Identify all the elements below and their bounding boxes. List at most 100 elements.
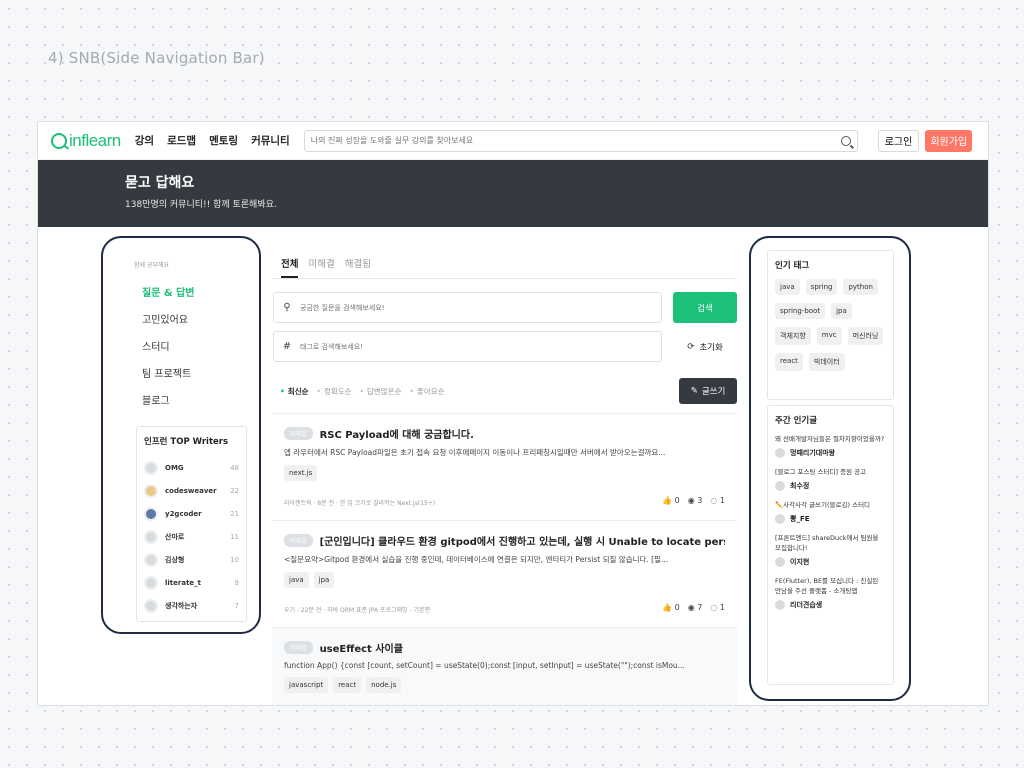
tag-chip[interactable]: node.js xyxy=(366,677,402,693)
sidebar-item-blog[interactable]: 블로그 xyxy=(142,392,194,419)
sort-latest[interactable]: 최신순 xyxy=(280,386,309,397)
global-search-input[interactable] xyxy=(310,136,841,145)
tag-chip[interactable]: python xyxy=(843,279,878,295)
weekly-post[interactable]: FE(Flutter), BE를 모십니다 : 진실된 만남을 주선 플랫폼 -… xyxy=(775,576,886,610)
global-search[interactable] xyxy=(303,129,858,152)
nav-community[interactable]: 커뮤니티 xyxy=(251,133,290,148)
question-title[interactable]: 미해결 useEffect 사이클 xyxy=(284,640,725,655)
weekly-post-author: 최수정 xyxy=(775,481,886,491)
weekly-popular-panel: 주간 인기글 왜 선배개발자님들은 절차지향이었을까? 멍때리기대마왕 [블로그 … xyxy=(767,405,894,685)
page-frame: inflearn 강의 로드맵 멘토링 커뮤니티 로그인 회원가입 묻고 답해요… xyxy=(37,121,989,706)
tag-search-box[interactable]: # xyxy=(273,331,662,362)
tag-chip[interactable]: react xyxy=(333,677,362,693)
thumbs-up-icon: 👍 xyxy=(662,496,673,505)
question-item[interactable]: 미해결 RSC Payload에 대해 궁금합니다. 앱 라우터에서 RSC Pa… xyxy=(272,414,737,521)
weekly-post-author: 리더견습생 xyxy=(775,600,886,610)
question-item[interactable]: 미해결 useEffect 사이클 function App() {const [… xyxy=(272,628,737,705)
weekly-popular-title: 주간 인기글 xyxy=(775,416,818,426)
question-meta: 라아켄트릭 · 8분 전 · 한 입 크기로 잘라먹는 Next.js(15+) xyxy=(284,500,436,507)
weekly-post-author: 뽕_FE xyxy=(775,514,886,524)
avatar xyxy=(144,460,158,475)
sort-likes[interactable]: 좋아요순 xyxy=(409,386,445,397)
sidebar-caption: 함께 공부해요 xyxy=(134,262,170,269)
write-label: 글쓰기 xyxy=(701,387,726,397)
author-name: 리더견습생 xyxy=(790,601,823,609)
writer-score: 10 xyxy=(230,555,239,564)
sidebar-item-team-project[interactable]: 팀 프로젝트 xyxy=(142,365,194,392)
tag-search-input[interactable] xyxy=(300,342,653,351)
login-button[interactable]: 로그인 xyxy=(877,129,920,152)
writer-name: codesweaver xyxy=(165,486,217,495)
sort-most-answers[interactable]: 답변많은순 xyxy=(360,386,402,397)
comment-value: 1 xyxy=(719,603,725,612)
writer-row[interactable]: y2gcoder 21 xyxy=(144,502,239,525)
writer-row[interactable]: OMG 48 xyxy=(144,456,239,479)
status-badge: 미해결 xyxy=(284,534,313,547)
inflearn-logo[interactable]: inflearn xyxy=(51,131,121,151)
tag-chip[interactable]: 빅데이터 xyxy=(808,353,845,371)
reset-button[interactable]: ⟳ 초기화 xyxy=(673,331,737,362)
tag-chip[interactable]: react xyxy=(775,353,803,371)
question-search-row: ⚲ 검색 xyxy=(272,292,737,323)
search-icon: ⚲ xyxy=(283,302,291,313)
avatar xyxy=(144,506,158,521)
tab-unsolved[interactable]: 미해결 xyxy=(308,248,334,278)
write-button[interactable]: ✎ 글쓰기 xyxy=(679,378,737,404)
like-count: 👍 0 xyxy=(662,496,680,505)
avatar xyxy=(775,600,785,610)
tag-chip[interactable]: next.js xyxy=(284,465,318,481)
question-stats: 👍 0 ◉ 7 ◌ 1 xyxy=(662,603,725,612)
question-title[interactable]: 미해결 [군인입니다] 클라우드 환경 gitpod에서 진행하고 있는데, 실행… xyxy=(284,533,725,548)
writer-score: 48 xyxy=(230,463,239,472)
eye-icon: ◉ xyxy=(687,496,695,505)
popular-tags-title: 인기 태그 xyxy=(775,261,810,271)
search-icon[interactable] xyxy=(840,135,851,146)
avatar xyxy=(775,557,785,567)
tag-chip[interactable]: java xyxy=(284,572,309,588)
popular-tags-panel: 인기 태그 java spring python spring-boot jpa… xyxy=(767,250,894,400)
question-item[interactable]: 미해결 [군인입니다] 클라우드 환경 gitpod에서 진행하고 있는데, 실행… xyxy=(272,521,737,628)
weekly-post[interactable]: ✏️사각사각 글쓰기(블로깅) 스터디 뽕_FE xyxy=(775,500,886,524)
search-button[interactable]: 검색 xyxy=(673,292,737,323)
hash-icon: # xyxy=(282,341,292,352)
avatar xyxy=(144,529,158,544)
signup-button[interactable]: 회원가입 xyxy=(925,129,973,152)
sidebar-item-study[interactable]: 스터디 xyxy=(142,338,194,365)
tag-chip[interactable]: mvc xyxy=(816,327,842,345)
weekly-post-title: 왜 선배개발자님들은 절차지향이었을까? xyxy=(775,435,885,443)
sidebar-item-qna[interactable]: 질문 & 답변 xyxy=(142,284,194,311)
question-search-box[interactable]: ⚲ xyxy=(273,292,662,323)
tag-chip[interactable]: jpa xyxy=(831,303,852,319)
tag-chip[interactable]: 객체지향 xyxy=(775,327,811,345)
sidebar-item-concerns[interactable]: 고민있어요 xyxy=(142,311,194,338)
nav-lectures[interactable]: 강의 xyxy=(135,133,154,148)
nav-mentoring[interactable]: 멘토링 xyxy=(209,133,238,148)
tag-chip[interactable]: spring xyxy=(805,279,838,295)
writer-row[interactable]: codesweaver 22 xyxy=(144,479,239,502)
question-title[interactable]: 미해결 RSC Payload에 대해 궁금합니다. xyxy=(284,426,725,441)
tag-chip[interactable]: jpa xyxy=(313,572,335,588)
sort-accuracy[interactable]: 정확도순 xyxy=(317,386,352,397)
main-nav: 강의 로드맵 멘토링 커뮤니티 xyxy=(135,133,290,148)
tag-chip[interactable]: javascript xyxy=(284,677,329,693)
tab-all[interactable]: 전체 xyxy=(281,248,299,278)
tag-chip[interactable]: spring-boot xyxy=(775,303,826,319)
question-search-input[interactable] xyxy=(300,303,653,312)
writer-row[interactable]: 김상형 10 xyxy=(144,548,239,571)
tab-solved[interactable]: 해결됨 xyxy=(345,248,371,278)
weekly-post[interactable]: [블로그 포스팅 스터디] 증원 공고 최수정 xyxy=(775,467,886,491)
like-value: 0 xyxy=(674,603,680,612)
weekly-post[interactable]: 왜 선배개발자님들은 절차지향이었을까? 멍때리기대마왕 xyxy=(775,434,886,458)
writer-row[interactable]: 산마로 11 xyxy=(144,525,239,548)
thumbs-up-icon: 👍 xyxy=(662,603,673,612)
writer-row[interactable]: 생각하는자 7 xyxy=(144,594,239,617)
status-tabs: 전체 미해결 해결됨 xyxy=(272,248,737,279)
nav-roadmap[interactable]: 로드맵 xyxy=(167,133,196,148)
writer-name: y2gcoder xyxy=(165,509,202,518)
writer-row[interactable]: literate_t 9 xyxy=(144,571,239,594)
tag-chip[interactable]: 머신러닝 xyxy=(847,327,884,345)
tag-chip[interactable]: java xyxy=(775,279,800,295)
weekly-post[interactable]: [프론트엔드] shareDuck에서 팀원을 모집합니다! 이지현 xyxy=(775,533,886,567)
view-value: 7 xyxy=(697,603,703,612)
writer-score: 11 xyxy=(230,532,239,541)
